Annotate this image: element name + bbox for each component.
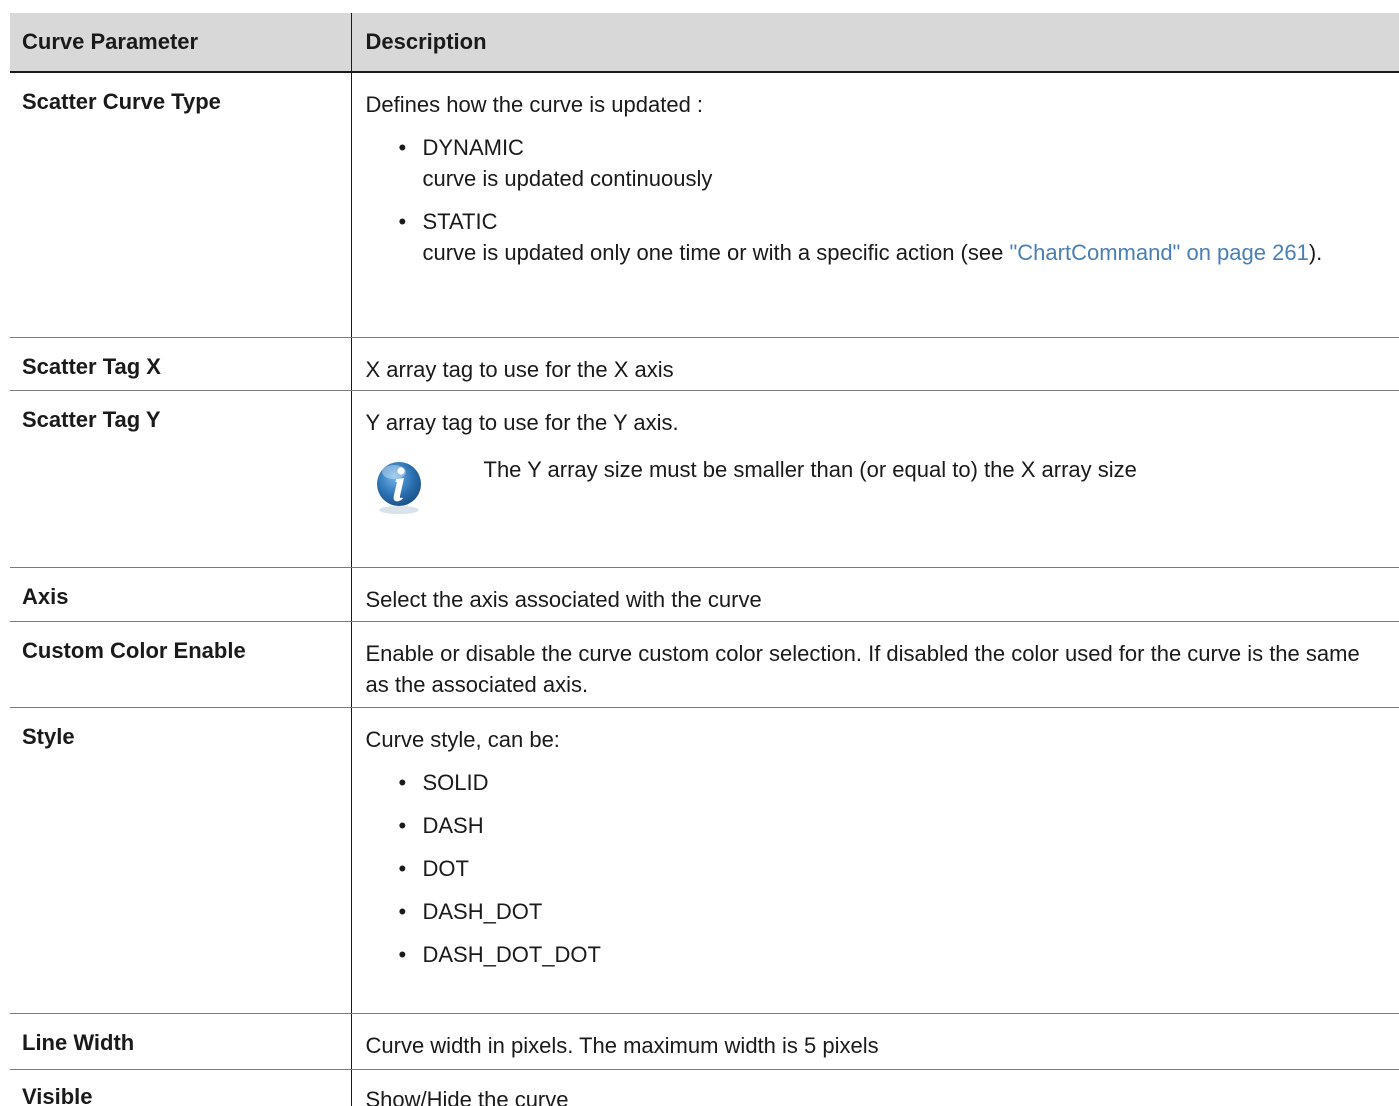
bullet-detail: curve is updated continuously [422, 166, 713, 191]
list-item: • DOT [399, 853, 1386, 884]
bullet-icon: • [398, 898, 407, 924]
style-option: DOT [422, 855, 469, 881]
param-name: Scatter Curve Type [10, 72, 351, 338]
table-row: Scatter Tag X X array tag to use for the… [10, 337, 1399, 391]
list-item: • DASH_DOT [399, 896, 1386, 927]
bullet-detail: curve is updated only one time or with a… [422, 240, 1010, 265]
note-text: The Y array size must be smaller than (o… [483, 456, 1137, 482]
chartcommand-link[interactable]: "ChartCommand" on page 261 [1009, 240, 1308, 265]
style-option: SOLID [422, 769, 489, 795]
bullet-icon: • [398, 209, 407, 234]
style-option: DASH_DOT [422, 898, 543, 924]
bullet-icon: • [398, 941, 407, 967]
param-description: X array tag to use for the X axis [350, 337, 1399, 391]
table-row: Custom Color Enable Enable or disable th… [10, 621, 1399, 708]
description-text: Defines how the curve is updated : [365, 92, 704, 117]
style-options-list: • SOLID • DASH • DOT • DASH_DOT • DASH_DOT_DO… [366, 767, 1386, 970]
param-description: Select the axis associated with the curv… [350, 567, 1399, 622]
list-item: • DYNAMIC curve is updated continuously [399, 132, 1386, 194]
table-row: Style Curve style, can be: • SOLID • DASH … [10, 707, 1399, 1014]
column-header-parameter: Curve Parameter [10, 13, 351, 73]
list-item: • DASH [399, 810, 1386, 841]
column-header-description: Description [350, 13, 1399, 73]
table-row: Scatter Tag Y Y array tag to use for the… [10, 390, 1399, 568]
param-name: Scatter Tag Y [10, 390, 351, 568]
param-description: Curve width in pixels. The maximum width… [350, 1013, 1399, 1070]
bullet-detail-end: ). [1308, 240, 1323, 265]
param-name: Line Width [10, 1013, 351, 1070]
param-description: Show/Hide the curve [350, 1069, 1399, 1106]
list-item: • DASH_DOT_DOT [399, 939, 1386, 970]
table-row: Axis Select the axis associated with the… [10, 567, 1399, 622]
param-name: Axis [10, 567, 351, 622]
param-name: Scatter Tag X [10, 337, 351, 391]
bullet-icon: • [398, 769, 407, 795]
param-description: Defines how the curve is updated : • DYN… [350, 72, 1399, 338]
param-name: Style [10, 707, 351, 1014]
param-description: Enable or disable the curve custom color… [350, 621, 1399, 708]
table-row: Line Width Curve width in pixels. The ma… [10, 1013, 1399, 1070]
table-row: Visible Show/Hide the curve [10, 1069, 1399, 1106]
table-header-row: Curve Parameter Description [10, 13, 1399, 73]
table-row: Scatter Curve Type Defines how the curve… [10, 72, 1399, 338]
bullet-icon: • [398, 855, 407, 881]
param-description: Y array tag to use for the Y axis. The Y… [350, 390, 1399, 568]
bullet-title: DYNAMIC [422, 135, 524, 160]
style-option: DASH_DOT_DOT [422, 941, 601, 967]
bullet-icon: • [398, 812, 407, 838]
bullet-title: STATIC [422, 209, 498, 234]
list-item: • STATIC curve is updated only one time … [399, 206, 1386, 268]
info-note: The Y array size must be smaller than (o… [366, 452, 1386, 516]
description-text: Y array tag to use for the Y axis. [365, 409, 679, 435]
curve-parameter-table: Curve Parameter Description Scatter Curv… [10, 13, 1399, 1106]
description-text: Curve style, can be: [365, 726, 560, 752]
param-description: Curve style, can be: • SOLID • DASH • DOT •… [350, 707, 1399, 1014]
bullet-icon: • [398, 135, 407, 160]
style-option: DASH [422, 812, 484, 838]
info-icon [376, 461, 421, 514]
list-item: • SOLID [399, 767, 1386, 798]
param-name: Custom Color Enable [10, 621, 351, 708]
bullet-list: • DYNAMIC curve is updated continuously … [366, 132, 1386, 268]
param-name: Visible [22, 1083, 93, 1106]
